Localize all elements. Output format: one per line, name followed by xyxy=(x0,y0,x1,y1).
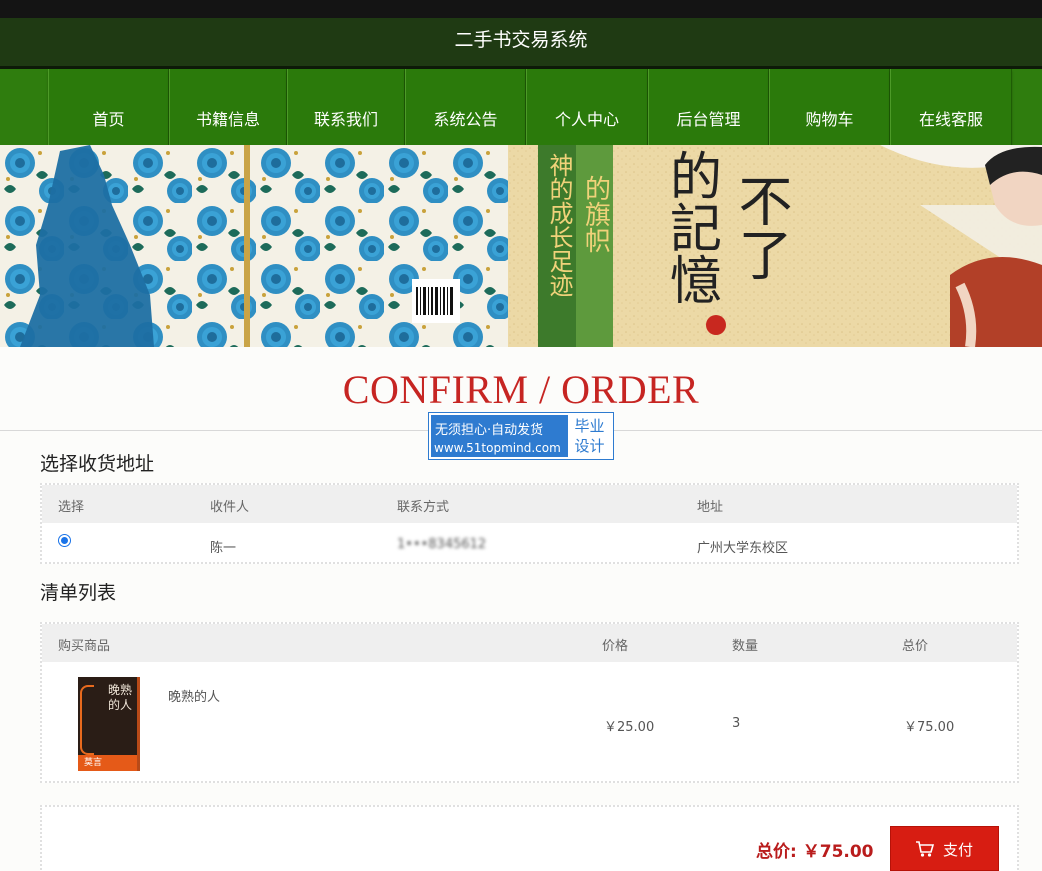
header-recipient: 收件人 xyxy=(210,500,250,515)
order-summary: 总价: ￥75.00 支付 xyxy=(40,805,1019,871)
watermark-badge2: 设计 xyxy=(574,437,605,455)
watermark-badge-box: 毕业 设计 xyxy=(568,415,611,457)
banner-illustration: 的旗帜 神的成长足迹 的記憶 不了 xyxy=(0,145,1042,347)
nav-home[interactable]: 首页 xyxy=(48,69,169,145)
grand-total-label: 总价: xyxy=(756,842,797,862)
grand-total: 总价: ￥75.00 xyxy=(756,837,874,862)
book-cover-author: 莫言 xyxy=(78,755,137,771)
banner-text-d: 不了 xyxy=(730,173,790,281)
header-quantity: 数量 xyxy=(732,639,759,654)
nav-profile[interactable]: 个人中心 xyxy=(526,69,648,145)
book-cover-title: 晚熟的人 xyxy=(108,683,133,712)
pay-button[interactable]: 支付 xyxy=(890,826,999,871)
book-cover-image: 晚熟的人 莫言 xyxy=(78,677,140,771)
recipient-name: 陈一 xyxy=(210,541,237,556)
nav-contact[interactable]: 联系我们 xyxy=(287,69,405,145)
watermark-line2: www.51topmind.com xyxy=(434,441,561,455)
banner-image: 的旗帜 神的成长足迹 的記憶 不了 xyxy=(0,145,1042,347)
address-radio[interactable] xyxy=(58,534,71,547)
header-contact: 联系方式 xyxy=(397,500,450,515)
header-total: 总价 xyxy=(902,639,929,654)
grand-total-value: ￥75.00 xyxy=(802,842,874,862)
address-section-title: 选择收货地址 xyxy=(40,453,155,475)
product-quantity: 3 xyxy=(732,716,741,731)
header-address: 地址 xyxy=(697,500,724,515)
address-table: 选择 收件人 联系方式 地址 陈一 1•••8345612 广州大学东校区 xyxy=(40,483,1019,564)
recipient-phone: 1•••8345612 xyxy=(397,537,487,552)
order-table: 购买商品 价格 数量 总价 晚熟的人 莫言 晚熟的人 ￥25.00 3 ￥75.… xyxy=(40,622,1019,783)
watermark-badge: 无须担心·自动发货 www.51topmind.com 毕业 设计 xyxy=(428,412,614,460)
banner-text-b: 神的成长足迹 xyxy=(545,153,573,297)
header-select: 选择 xyxy=(58,500,85,515)
site-title: 二手书交易系统 xyxy=(0,18,1042,66)
recipient-address: 广州大学东校区 xyxy=(697,541,789,556)
banner-text-c: 的記憶 xyxy=(662,149,721,305)
browser-top-strip xyxy=(0,0,1042,18)
nav-online-service[interactable]: 在线客服 xyxy=(890,69,1012,145)
nav-books[interactable]: 书籍信息 xyxy=(169,69,287,145)
product-price: ￥25.00 xyxy=(604,720,655,735)
order-table-header: 购买商品 价格 数量 总价 xyxy=(42,624,1017,662)
banner-text-a: 的旗帜 xyxy=(582,175,611,253)
header-product: 购买商品 xyxy=(58,639,111,654)
nav-announcements[interactable]: 系统公告 xyxy=(405,69,526,145)
pay-button-label: 支付 xyxy=(943,841,974,859)
watermark-badge1: 毕业 xyxy=(574,417,605,435)
page-heading: CONFIRM / ORDER xyxy=(342,367,700,412)
watermark-line1: 无须担心·自动发货 xyxy=(435,423,544,438)
cart-icon xyxy=(915,840,935,862)
main-nav: 首页 书籍信息 联系我们 系统公告 个人中心 后台管理 购物车 在线客服 xyxy=(0,69,1042,145)
book-cover-swirl xyxy=(80,685,94,755)
nav-admin[interactable]: 后台管理 xyxy=(648,69,769,145)
address-table-header: 选择 收件人 联系方式 地址 xyxy=(42,485,1017,523)
order-section-title: 清单列表 xyxy=(40,582,117,604)
product-name[interactable]: 晚熟的人 xyxy=(168,686,220,705)
nav-cart[interactable]: 购物车 xyxy=(769,69,890,145)
header-price: 价格 xyxy=(602,639,629,654)
product-total: ￥75.00 xyxy=(904,720,955,735)
